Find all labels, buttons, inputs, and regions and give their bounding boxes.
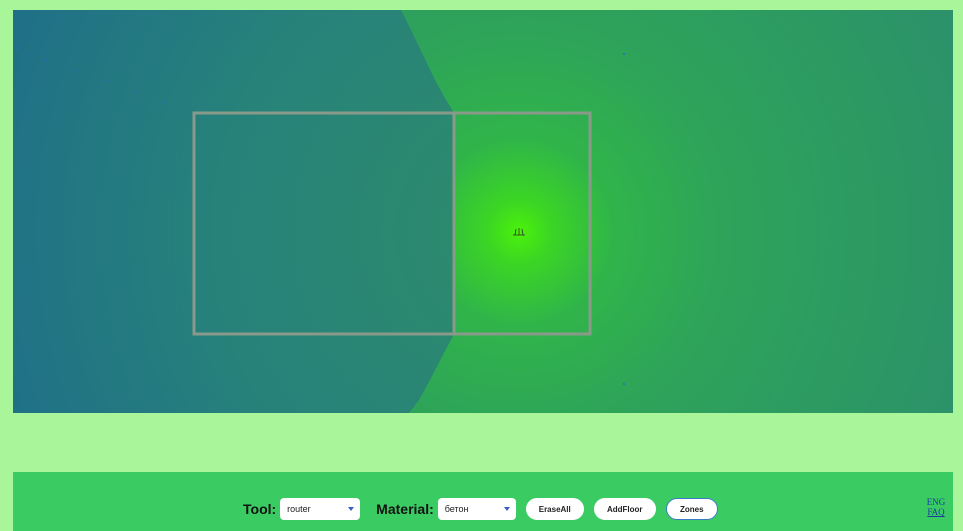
heatmap-canvas[interactable] (13, 10, 953, 413)
router-room-fill (454, 113, 590, 334)
toolbar-controls: Tool: router Material: бетон EraseAll Ad… (243, 498, 718, 520)
erase-all-button[interactable]: EraseAll (525, 498, 584, 520)
top-links: ENG FAQ (924, 497, 948, 517)
language-link[interactable]: ENG (924, 497, 948, 507)
zones-button[interactable]: Zones (665, 498, 718, 520)
chevron-down-icon (348, 507, 355, 511)
chevron-down-icon (503, 507, 510, 511)
bottom-toolbar: Tool: router Material: бетон EraseAll Ad… (13, 472, 953, 531)
tool-label: Tool: (243, 501, 277, 517)
add-floor-button[interactable]: AddFloor (593, 498, 656, 520)
faq-link[interactable]: FAQ (924, 507, 948, 517)
tool-select-value: router (287, 504, 311, 514)
signal-weak-zone (13, 10, 454, 413)
material-select[interactable]: бетон (437, 498, 516, 520)
material-label: Material: (376, 501, 434, 517)
tool-select[interactable]: router (280, 498, 361, 520)
material-select-value: бетон (444, 504, 469, 514)
heatmap-svg[interactable] (13, 10, 953, 413)
